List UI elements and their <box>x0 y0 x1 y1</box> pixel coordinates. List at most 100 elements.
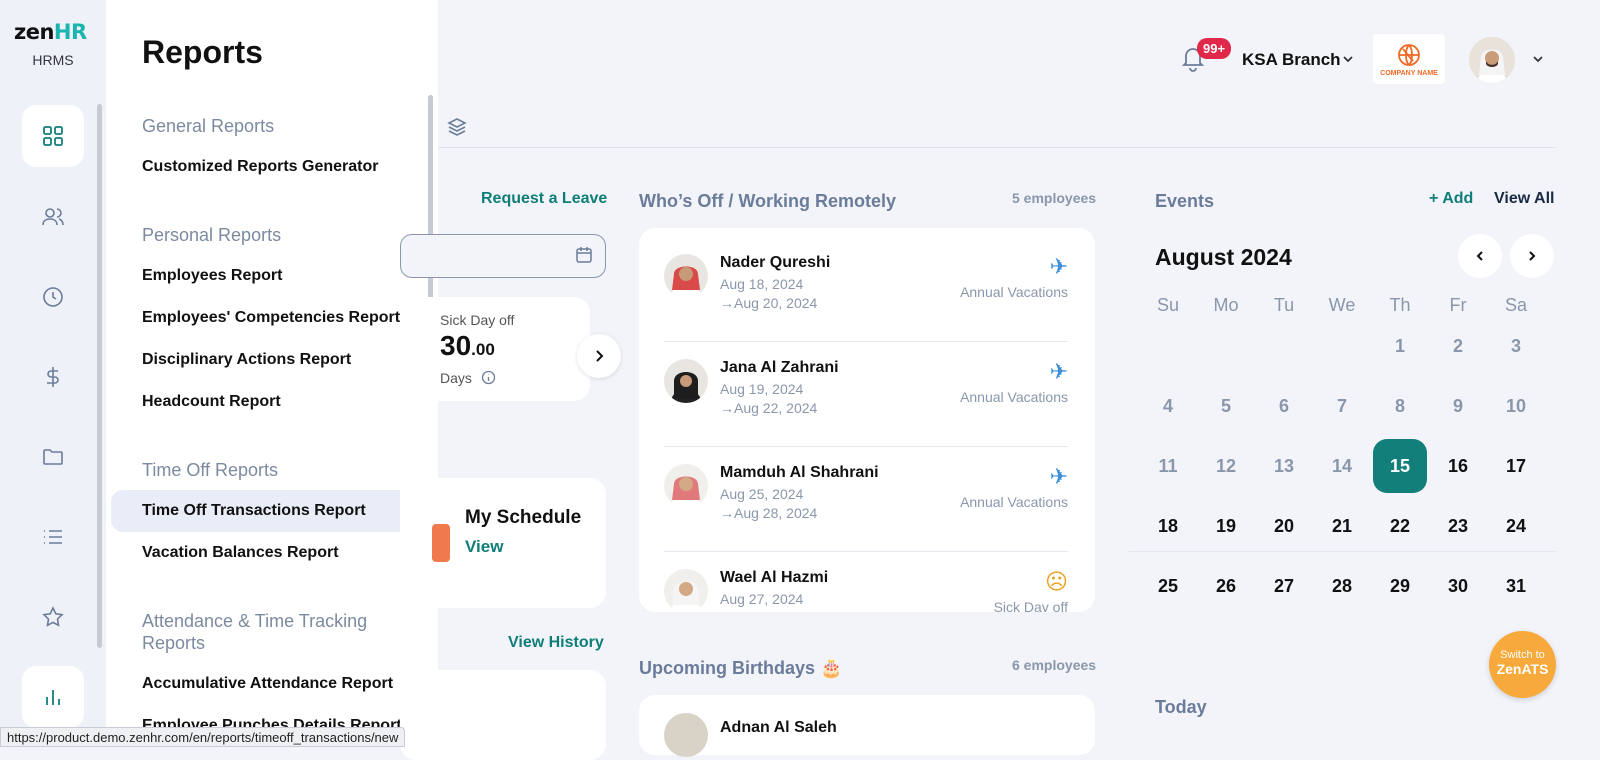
report-vacation-balances[interactable]: Vacation Balances Report <box>142 544 339 562</box>
calendar-day[interactable]: 17 <box>1489 439 1543 493</box>
report-employees[interactable]: Employees Report <box>142 267 282 285</box>
report-accumulative-attendance[interactable]: Accumulative Attendance Report <box>142 675 393 693</box>
calendar-day[interactable]: 22 <box>1373 499 1427 553</box>
branch-selector[interactable]: KSA Branch <box>1242 50 1341 70</box>
calendar-day[interactable]: 30 <box>1431 559 1485 613</box>
calendar-day[interactable]: 5 <box>1199 379 1253 433</box>
today-label: Today <box>1155 697 1207 717</box>
calendar-day[interactable]: 11 <box>1141 439 1195 493</box>
weekday-header: Tu <box>1273 295 1295 315</box>
avatar <box>664 464 708 508</box>
info-icon[interactable] <box>481 370 496 390</box>
calendar-day[interactable]: 26 <box>1199 559 1253 613</box>
list-item[interactable]: Nader Qureshi Aug 18, 2024 →Aug 20, 2024… <box>664 254 1068 336</box>
weekday-header: Su <box>1156 295 1180 315</box>
notification-badge: 99+ <box>1197 38 1232 59</box>
avatar <box>664 359 708 403</box>
calendar-day[interactable]: 19 <box>1199 499 1253 553</box>
calendar-day[interactable]: 18 <box>1141 499 1195 553</box>
view-history-link[interactable]: View History <box>508 634 604 652</box>
birthday-name: Adnan Al Saleh <box>720 719 837 736</box>
profile-chevron-icon[interactable] <box>1531 52 1545 71</box>
dollar-icon <box>47 367 59 387</box>
list-item[interactable]: Mamduh Al Shahrani Aug 25, 2024 →Aug 28,… <box>664 464 1068 546</box>
calendar-icon[interactable] <box>575 246 593 269</box>
users-icon <box>42 208 64 226</box>
bar-chart-icon <box>46 690 60 705</box>
grid-icon <box>43 126 63 146</box>
calendar-day[interactable]: 7 <box>1315 379 1369 433</box>
airplane-icon: ✈ <box>1049 254 1068 279</box>
calendar-day[interactable]: 10 <box>1489 379 1543 433</box>
calendar-day-today[interactable]: 15 <box>1373 439 1427 493</box>
row-divider <box>664 341 1068 342</box>
rail-time-button[interactable] <box>22 266 84 328</box>
zenhr-logo[interactable]: zenHR <box>14 20 87 44</box>
report-competencies[interactable]: Employees' Competencies Report <box>142 309 400 327</box>
report-time-off-transactions[interactable]: Time Off Transactions Report <box>142 502 366 520</box>
calendar-day[interactable]: 29 <box>1373 559 1427 613</box>
calendar-day[interactable]: 13 <box>1257 439 1311 493</box>
switch-zenats-button[interactable]: Switch to ZenATS <box>1489 631 1556 698</box>
calendar-day[interactable]: 8 <box>1373 379 1427 433</box>
rail-list-button[interactable] <box>22 506 84 568</box>
globe-icon <box>1398 43 1420 66</box>
chevron-left-icon <box>1476 251 1483 261</box>
layers-icon[interactable] <box>446 116 468 143</box>
arrow-right-icon: → <box>720 295 734 311</box>
calendar-day[interactable]: 3 <box>1489 319 1543 373</box>
rail-dashboard-button[interactable] <box>22 105 84 167</box>
rail-documents-button[interactable] <box>22 426 84 488</box>
events-title: Events <box>1155 191 1215 211</box>
chevron-down-icon[interactable] <box>1341 52 1355 71</box>
rail-people-button[interactable] <box>22 186 84 248</box>
calendar-day[interactable]: 9 <box>1431 379 1485 433</box>
reports-panel: Reports General Reports Customized Repor… <box>106 0 438 747</box>
schedule-icon <box>432 524 450 562</box>
company-logo[interactable]: COMPANY NAME <box>1373 34 1445 84</box>
calendar-day[interactable]: 16 <box>1431 439 1485 493</box>
report-disciplinary[interactable]: Disciplinary Actions Report <box>142 351 351 369</box>
calendar-day[interactable]: 31 <box>1489 559 1543 613</box>
rail-scrollbar[interactable] <box>97 104 102 648</box>
calendar-day[interactable]: 1 <box>1373 319 1427 373</box>
add-event-link[interactable]: + Add <box>1429 190 1473 208</box>
sick-day-value: 30.00 <box>440 330 495 361</box>
schedule-view-link[interactable]: View <box>465 537 503 557</box>
rail-favorites-button[interactable] <box>22 586 84 648</box>
calendar-day[interactable]: 27 <box>1257 559 1311 613</box>
weekday-header: Mo <box>1213 295 1239 315</box>
rail-reports-button[interactable] <box>22 666 84 728</box>
rail-payroll-button[interactable] <box>22 346 84 408</box>
clock-icon <box>43 287 63 307</box>
list-item[interactable]: Jana Al Zahrani Aug 19, 2024 →Aug 22, 20… <box>664 359 1068 441</box>
calendar-day[interactable]: 20 <box>1257 499 1311 553</box>
calendar-day[interactable]: 23 <box>1431 499 1485 553</box>
arrow-right-icon: → <box>720 505 734 521</box>
calendar-day[interactable]: 25 <box>1141 559 1195 613</box>
calendar-day[interactable]: 12 <box>1199 439 1253 493</box>
request-leave-link[interactable]: Request a Leave <box>481 190 607 208</box>
calendar-next-button[interactable] <box>1510 234 1554 278</box>
calendar-day[interactable]: 24 <box>1489 499 1543 553</box>
arrow-right-icon: → <box>720 400 734 416</box>
section-personal-reports: Personal Reports <box>142 225 282 245</box>
user-avatar[interactable] <box>1469 37 1515 83</box>
calendar-day[interactable]: 28 <box>1315 559 1369 613</box>
calendar-day[interactable]: 6 <box>1257 379 1311 433</box>
balance-next-button[interactable] <box>577 334 621 378</box>
report-customized-generator[interactable]: Customized Reports Generator <box>142 158 378 176</box>
calendar-day[interactable]: 2 <box>1431 319 1485 373</box>
calendar-day[interactable]: 21 <box>1315 499 1369 553</box>
calendar-day[interactable]: 4 <box>1141 379 1195 433</box>
reports-title: Reports <box>142 34 263 70</box>
weekday-header: Fr <box>1449 295 1467 315</box>
airplane-icon: ✈ <box>1049 359 1068 384</box>
report-headcount[interactable]: Headcount Report <box>142 393 281 411</box>
view-all-link[interactable]: View All <box>1494 190 1554 208</box>
schedule-title: My Schedule <box>465 507 582 528</box>
calendar-day[interactable]: 14 <box>1315 439 1369 493</box>
airplane-icon: ✈ <box>1049 464 1068 489</box>
list-item[interactable]: Wael Al Hazmi Aug 27, 2024 ☹ Sick Day of… <box>664 569 1068 612</box>
calendar-prev-button[interactable] <box>1458 234 1502 278</box>
